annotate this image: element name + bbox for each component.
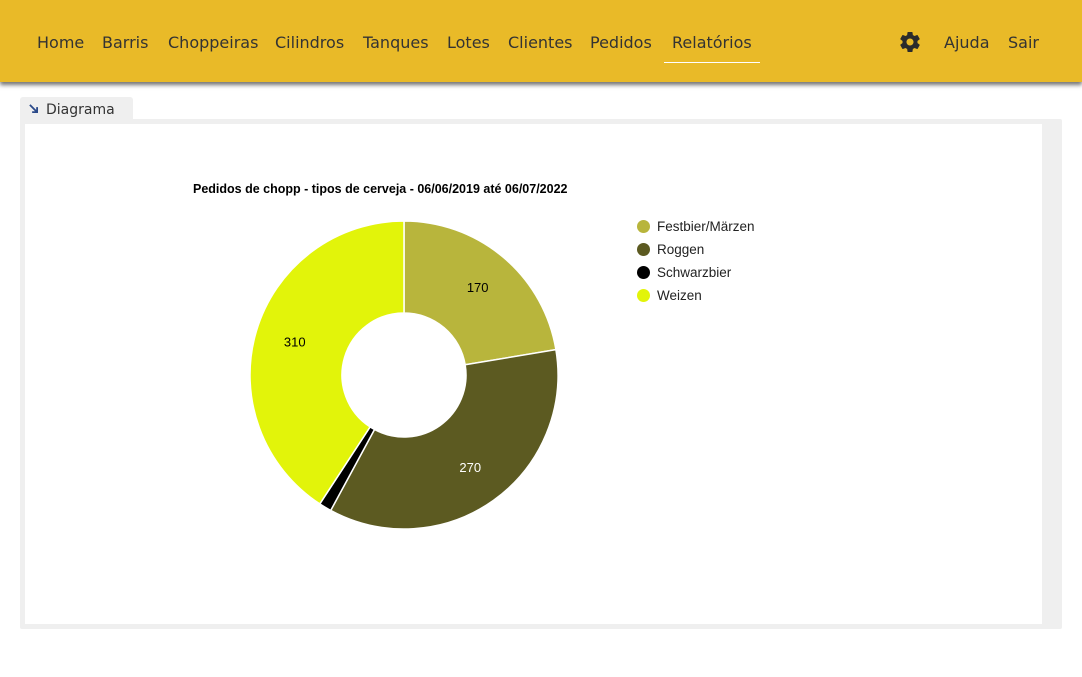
legend-dot-weizen (637, 289, 650, 302)
legend-label-schwarzbier: Schwarzbier (657, 265, 732, 280)
slice-label-weizen: 310 (284, 334, 306, 349)
legend-dot-roggen (637, 243, 650, 256)
slice-label-roggen: 270 (459, 460, 481, 475)
legend-dot-schwarzbier (637, 266, 650, 279)
donut-chart: 170 270 310 (249, 220, 559, 530)
legend-label-weizen: Weizen (657, 288, 702, 303)
legend-label-festbier: Festbier/Märzen (657, 219, 755, 234)
legend-label-roggen: Roggen (657, 242, 705, 257)
slice-label-festbier: 170 (467, 280, 489, 295)
legend-dot-festbier (637, 220, 650, 233)
